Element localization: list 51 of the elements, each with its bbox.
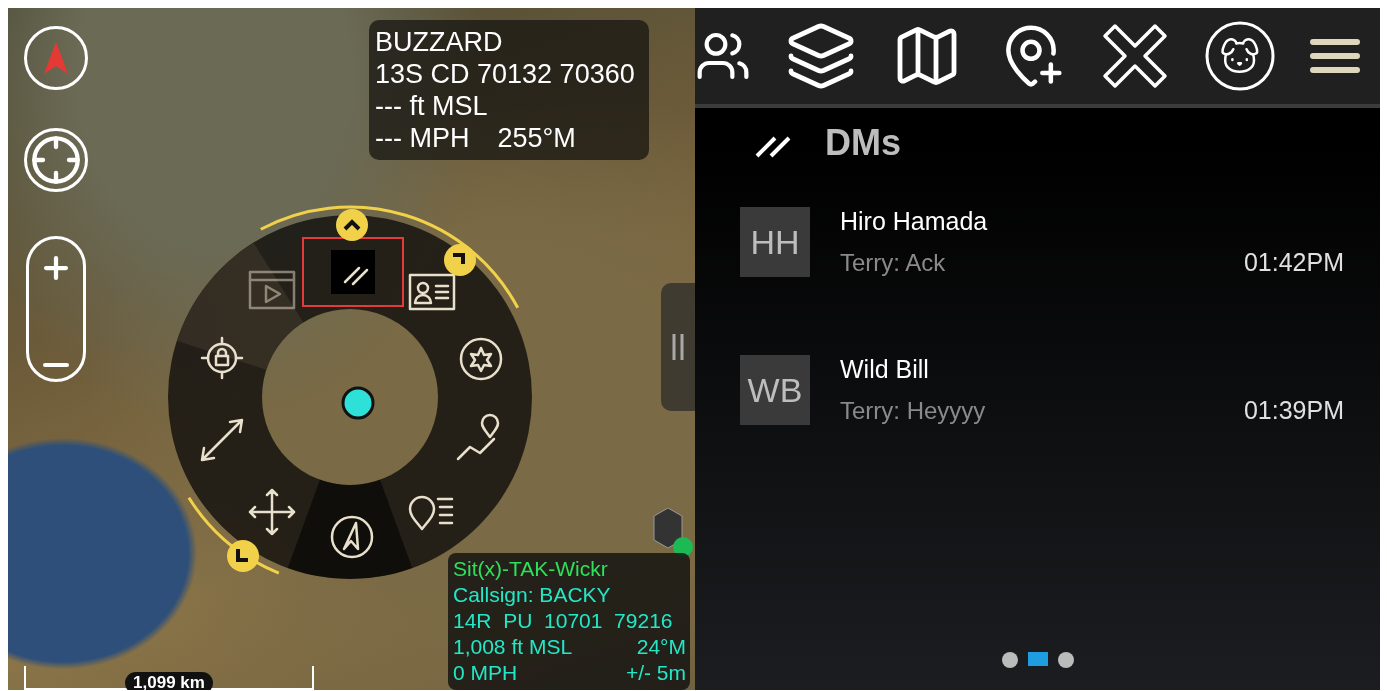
move-icon[interactable] bbox=[248, 488, 296, 536]
target-bearing: 255°M bbox=[497, 122, 576, 154]
page-indicator[interactable] bbox=[1027, 652, 1048, 666]
corner-knob-icon[interactable] bbox=[227, 540, 259, 572]
target-callsign: BUZZARD bbox=[375, 26, 504, 58]
double-arrow-icon[interactable] bbox=[200, 418, 244, 462]
chevron-up-knob-icon[interactable] bbox=[336, 209, 368, 241]
self-speed: 0 MPH bbox=[453, 660, 518, 686]
target-speed: --- MPH bbox=[375, 122, 470, 154]
navigation-icon[interactable] bbox=[330, 515, 374, 559]
route-icon[interactable] bbox=[456, 413, 500, 461]
tak-status-icon[interactable] bbox=[653, 508, 693, 557]
self-accuracy: +/- 5m bbox=[625, 660, 686, 686]
message-preview: Terry: Heyyyy bbox=[840, 397, 986, 425]
target-lock-icon[interactable] bbox=[200, 336, 244, 380]
locate-button[interactable] bbox=[24, 128, 88, 192]
starburst-icon[interactable] bbox=[459, 337, 503, 381]
target-grid: 13S CD 70132 70360 bbox=[375, 58, 636, 90]
avatar: WB bbox=[740, 355, 810, 425]
minus-icon bbox=[43, 363, 69, 367]
drawer-handle[interactable] bbox=[661, 283, 695, 411]
compass-button[interactable] bbox=[24, 26, 88, 90]
self-callsign: Callsign: BACKY bbox=[453, 582, 612, 608]
page-indicator[interactable] bbox=[1001, 652, 1018, 668]
contact-name: Hiro Hamada bbox=[840, 207, 989, 236]
avatar: HH bbox=[740, 207, 810, 277]
target-altitude: --- ft MSL bbox=[375, 90, 489, 122]
corner-knob-icon[interactable] bbox=[444, 244, 476, 276]
device-title: Sit(x)-TAK-Wickr bbox=[453, 556, 609, 582]
panel-title: DMs bbox=[825, 122, 901, 164]
conversation-item[interactable]: HH Hiro Hamada Terry: Ack 01:42PM bbox=[695, 168, 1380, 316]
scale-label: 1,099 km bbox=[125, 672, 213, 690]
menu-icon[interactable] bbox=[1309, 38, 1360, 74]
message-time: 01:39PM bbox=[1243, 396, 1344, 425]
chat-icon[interactable] bbox=[331, 250, 375, 294]
message-time: 01:42PM bbox=[1243, 248, 1344, 277]
page-indicator[interactable] bbox=[1057, 652, 1074, 668]
contact-card-icon[interactable] bbox=[408, 273, 456, 311]
self-grid: 14R PU 10701 79216 bbox=[453, 608, 674, 634]
message-preview: Terry: Ack bbox=[840, 249, 946, 277]
self-altitude: 1,008 ft MSL bbox=[453, 634, 573, 660]
dog-icon[interactable] bbox=[1203, 20, 1276, 92]
north-arrow-icon bbox=[44, 42, 68, 74]
self-location-marker[interactable] bbox=[341, 386, 375, 420]
pin-list-icon[interactable] bbox=[408, 495, 454, 531]
contact-name: Wild Bill bbox=[840, 355, 930, 384]
self-heading: 24°M bbox=[636, 634, 686, 660]
conversation-item[interactable]: WB Wild Bill Terry: Heyyyy 01:39PM bbox=[695, 316, 1380, 464]
video-icon[interactable] bbox=[248, 270, 296, 310]
crosshair-icon bbox=[30, 134, 82, 186]
zoom-out-button[interactable] bbox=[43, 363, 69, 367]
